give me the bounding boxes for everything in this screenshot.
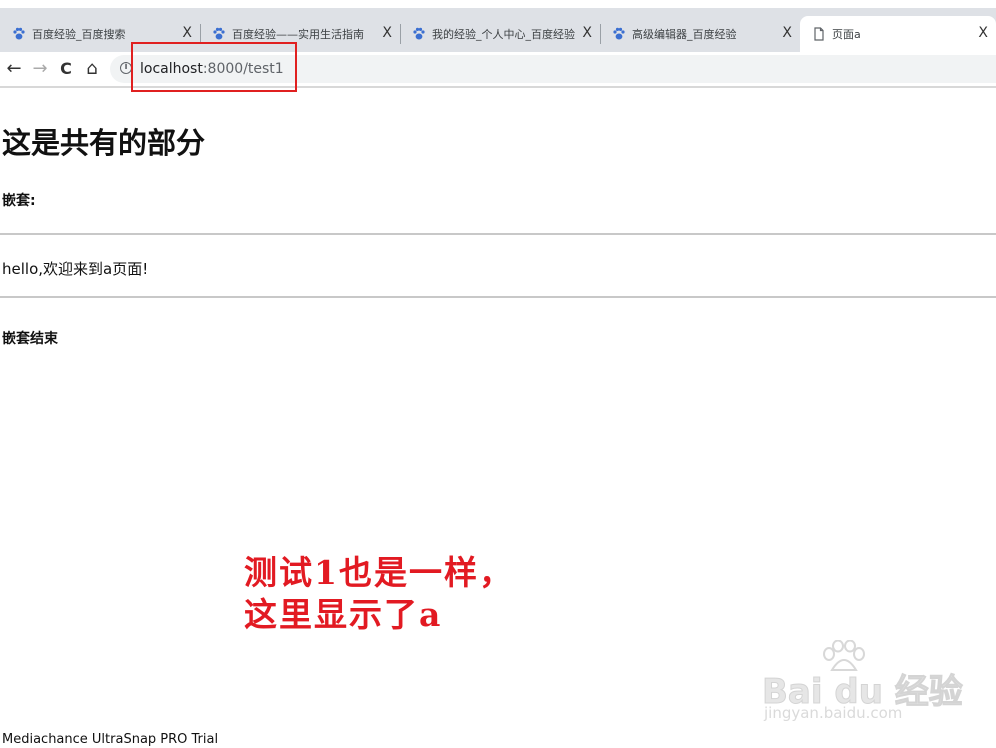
annotation-line-1: 测试1也是一样， xyxy=(244,553,514,592)
tab-strip: 百度经验_百度搜索 X 百度经验——实用生活指南 X 我的经验_个人中心_百度经… xyxy=(0,8,996,52)
tab-my-jingyan[interactable]: 我的经验_个人中心_百度经验 X xyxy=(400,16,600,52)
baidu-paw-icon xyxy=(213,27,225,40)
forward-arrow-icon: → xyxy=(32,57,48,79)
forward-button[interactable]: → xyxy=(28,56,52,80)
baidu-paw-icon xyxy=(613,27,625,40)
browser-toolbar: ← → C ⌂ i localhost:8000/test1 xyxy=(0,52,996,88)
back-button[interactable]: ← xyxy=(2,56,26,80)
tab-close-icon[interactable]: X xyxy=(182,25,192,41)
tab-title: 百度经验_百度搜索 xyxy=(32,28,126,41)
tab-close-icon[interactable]: X xyxy=(978,25,988,41)
tab-title: 页面a xyxy=(832,28,861,41)
tab-advanced-editor[interactable]: 高级编辑器_百度经验 X xyxy=(600,16,800,52)
tab-title: 我的经验_个人中心_百度经验 xyxy=(432,28,575,41)
reload-icon: C xyxy=(60,58,72,78)
url-path: :8000/test1 xyxy=(202,61,284,77)
tab-title: 高级编辑器_百度经验 xyxy=(632,28,737,41)
page-heading: 这是共有的部分 xyxy=(2,126,206,160)
back-arrow-icon: ← xyxy=(6,57,22,79)
url-host: localhost xyxy=(140,61,203,77)
address-bar[interactable]: i localhost:8000/test1 xyxy=(110,55,996,83)
welcome-message: hello,欢迎来到a页面! xyxy=(2,260,149,278)
page-icon xyxy=(814,27,824,41)
screenshot-frame: 百度经验_百度搜索 X 百度经验——实用生活指南 X 我的经验_个人中心_百度经… xyxy=(0,0,996,748)
nested-label: 嵌套: xyxy=(2,193,36,209)
tab-title: 百度经验——实用生活指南 xyxy=(232,28,364,41)
trial-watermark-text: Mediachance UltraSnap PRO Trial xyxy=(2,732,219,747)
home-button[interactable]: ⌂ xyxy=(80,56,104,80)
baidu-watermark: Bai du 经验 jingyan.baidu.com xyxy=(762,640,963,730)
watermark-url: jingyan.baidu.com xyxy=(764,704,903,722)
nested-end-label: 嵌套结束 xyxy=(2,331,58,347)
url-text[interactable]: localhost:8000/test1 xyxy=(140,61,284,77)
home-icon: ⌂ xyxy=(86,57,98,79)
divider-top xyxy=(0,233,996,235)
tab-baidu-jingyan[interactable]: 百度经验——实用生活指南 X xyxy=(200,16,400,52)
tab-baidu-search[interactable]: 百度经验_百度搜索 X xyxy=(0,16,200,52)
tab-close-icon[interactable]: X xyxy=(782,25,792,41)
top-edge xyxy=(0,0,996,8)
tab-page-a[interactable]: 页面a X xyxy=(800,16,996,52)
red-annotation: 测试1也是一样， 这里显示了a xyxy=(244,552,514,636)
info-icon[interactable]: i xyxy=(120,62,132,74)
tab-close-icon[interactable]: X xyxy=(582,25,592,41)
baidu-paw-icon xyxy=(13,27,25,40)
annotation-line-2: 这里显示了a xyxy=(244,595,443,634)
divider-bottom xyxy=(0,296,996,298)
reload-button[interactable]: C xyxy=(54,56,78,80)
tab-close-icon[interactable]: X xyxy=(382,25,392,41)
baidu-paw-icon xyxy=(413,27,425,40)
